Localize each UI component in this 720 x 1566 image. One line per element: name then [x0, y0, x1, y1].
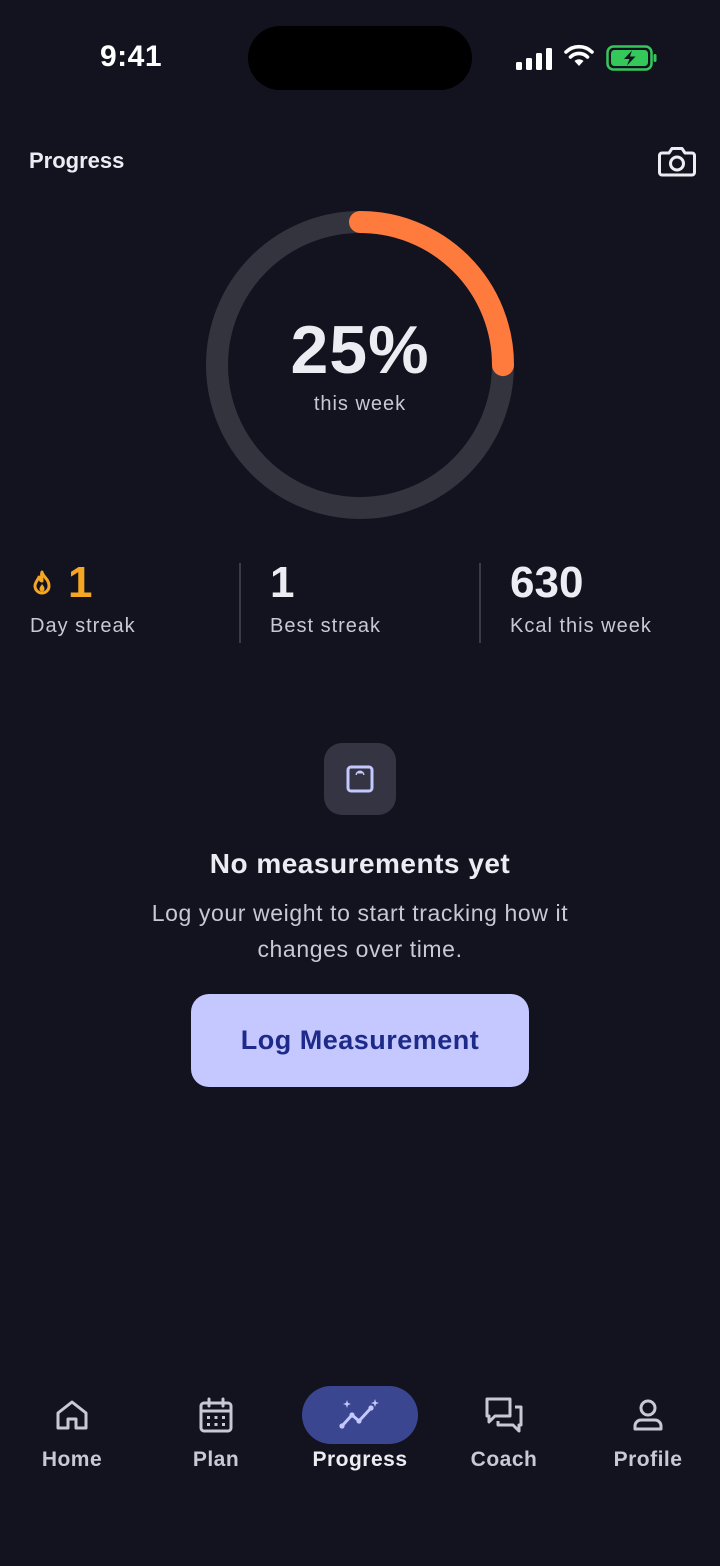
nav-label-profile: Profile [613, 1448, 683, 1471]
camera-icon [658, 147, 696, 177]
stat-kcal-value: 630 [510, 558, 584, 607]
stat-best-streak-label: Best streak [270, 615, 382, 637]
nav-item-profile[interactable]: Profile [576, 1380, 720, 1490]
stats-row: 1 Day streak 1 Best streak 630 Kcal this… [0, 555, 720, 655]
calendar-icon [199, 1397, 233, 1433]
nav-label-home: Home [41, 1448, 103, 1471]
progress-subtitle: this week [313, 393, 407, 415]
empty-state-icon-box [324, 743, 396, 815]
cellular-signal-icon [516, 48, 552, 70]
progress-ring: 25% this week [200, 205, 520, 525]
nav-icon-wrap [158, 1386, 274, 1444]
chat-bubbles-icon [485, 1397, 523, 1433]
stat-divider [479, 563, 481, 643]
nav-icon-wrap [302, 1386, 418, 1444]
page-title: Progress [29, 148, 125, 173]
nav-icon-wrap [446, 1386, 562, 1444]
empty-state-description: Log your weight to start tracking how it… [151, 900, 569, 962]
scale-icon [346, 765, 374, 793]
camera-button[interactable] [656, 142, 698, 180]
page-header: Progress [0, 130, 720, 200]
status-time: 9:41 [100, 40, 163, 73]
stat-kcal-label: Kcal this week [510, 615, 652, 637]
person-icon [633, 1399, 663, 1431]
nav-label-progress: Progress [312, 1448, 408, 1471]
progress-percent: 25% [290, 312, 430, 388]
stat-day-streak: 1 Day streak [30, 555, 136, 645]
bottom-nav: Home Plan Progress Coach Profile [0, 1380, 720, 1500]
nav-label-coach: Coach [470, 1448, 538, 1471]
nav-item-coach[interactable]: Coach [432, 1380, 576, 1490]
stat-day-streak-value: 1 [68, 558, 93, 607]
nav-item-progress[interactable]: Progress [288, 1380, 432, 1490]
empty-state-title: No measurements yet [209, 848, 511, 879]
nav-label-plan: Plan [192, 1448, 240, 1471]
stat-divider [239, 563, 241, 643]
stat-value: 1 [30, 555, 136, 611]
dynamic-island [248, 26, 472, 90]
stat-kcal: 630 Kcal this week [510, 555, 652, 645]
stat-day-streak-label: Day streak [30, 615, 136, 637]
home-icon [56, 1400, 88, 1430]
nav-item-home[interactable]: Home [0, 1380, 144, 1490]
trend-sparkle-icon [339, 1399, 379, 1429]
nav-icon-wrap [590, 1386, 706, 1444]
flame-icon [33, 570, 51, 595]
battery-charging-icon [606, 45, 657, 71]
stat-best-streak: 1 Best streak [270, 555, 381, 645]
nav-icon-wrap [14, 1386, 130, 1444]
status-bar: 9:41 [0, 0, 720, 110]
wifi-icon [564, 44, 594, 66]
nav-item-plan[interactable]: Plan [144, 1380, 288, 1490]
log-measurement-button[interactable]: Log Measurement [191, 994, 529, 1087]
stat-best-streak-value: 1 [270, 558, 295, 607]
